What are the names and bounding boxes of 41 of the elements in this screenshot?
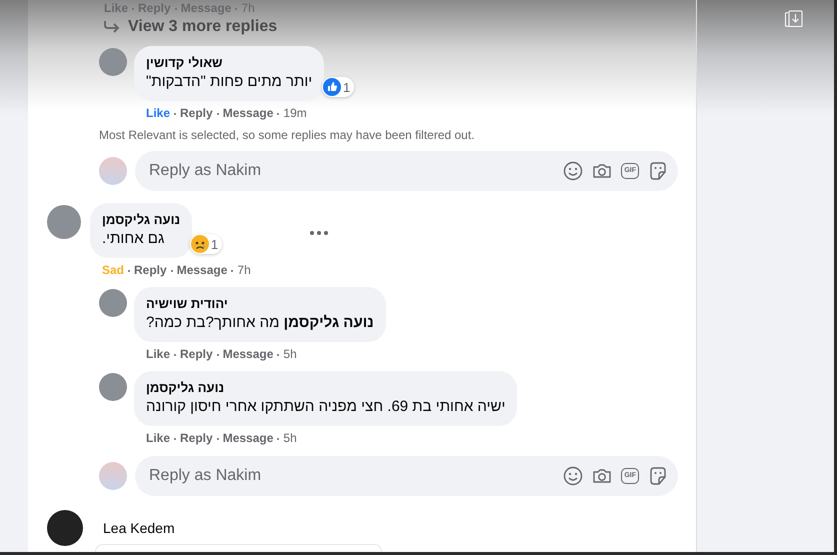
download-icon[interactable] <box>784 10 804 28</box>
reply-link[interactable]: Reply <box>180 347 213 362</box>
more-options-icon[interactable] <box>310 231 328 235</box>
reply-link[interactable]: Reply <box>134 263 167 278</box>
emoji-icon[interactable] <box>563 466 584 486</box>
comment-time: 7h <box>237 263 251 278</box>
author-name[interactable]: נועה גליקסמן <box>146 379 506 396</box>
reply-arrow-icon <box>104 20 120 34</box>
reply-link[interactable]: Reply <box>180 431 213 446</box>
reply-link[interactable]: Reply <box>180 106 213 121</box>
avatar <box>99 157 127 185</box>
message-link[interactable]: Message <box>222 106 274 121</box>
emoji-icon[interactable] <box>563 161 584 181</box>
reaction-link[interactable]: Like <box>146 106 170 121</box>
filter-note: Most Relevant is selected, so some replies may have been filtered out. <box>99 127 476 143</box>
sad-face-icon <box>190 235 209 253</box>
comment-time: 5h <box>283 431 297 446</box>
message-link[interactable]: Message <box>176 263 228 278</box>
reaction-count[interactable]: 1 <box>322 77 354 97</box>
author-name[interactable]: יהודית שוישיה <box>146 295 374 312</box>
author-name[interactable]: Lea Kedem <box>103 520 175 536</box>
author-name[interactable]: נועה גליקסמן <box>102 211 180 228</box>
comment-text: נועה גליקסמן מה אחותך?בת כמה? <box>146 313 374 333</box>
sticker-icon[interactable] <box>648 161 668 181</box>
comment-text: יותר מתים פחות "הדבקות" <box>146 72 312 92</box>
author-name[interactable]: שאולי קדושין <box>146 54 312 71</box>
message-link[interactable]: Message <box>222 431 274 446</box>
comment-time: 5h <box>283 347 297 362</box>
view-more-replies-link[interactable]: View 3 more replies <box>104 18 696 36</box>
comment-time: 19m <box>283 106 307 121</box>
avatar <box>99 462 127 490</box>
comment-text: ישיה אחותי בת 69. חצי מפניה השתתקו אחרי חיסון קורונה <box>146 397 506 417</box>
comment-text: גם אחותי. <box>102 229 166 249</box>
sticker-icon[interactable] <box>648 466 668 486</box>
avatar[interactable] <box>47 510 83 546</box>
reaction-link[interactable]: Like <box>146 431 170 446</box>
message-link[interactable]: Message <box>222 347 274 362</box>
view-more-text[interactable]: View 3 more replies <box>128 18 278 36</box>
reaction-count[interactable]: 1 <box>190 234 222 254</box>
thumbs-up-icon <box>322 78 341 96</box>
reaction-link[interactable]: Like <box>146 347 170 362</box>
